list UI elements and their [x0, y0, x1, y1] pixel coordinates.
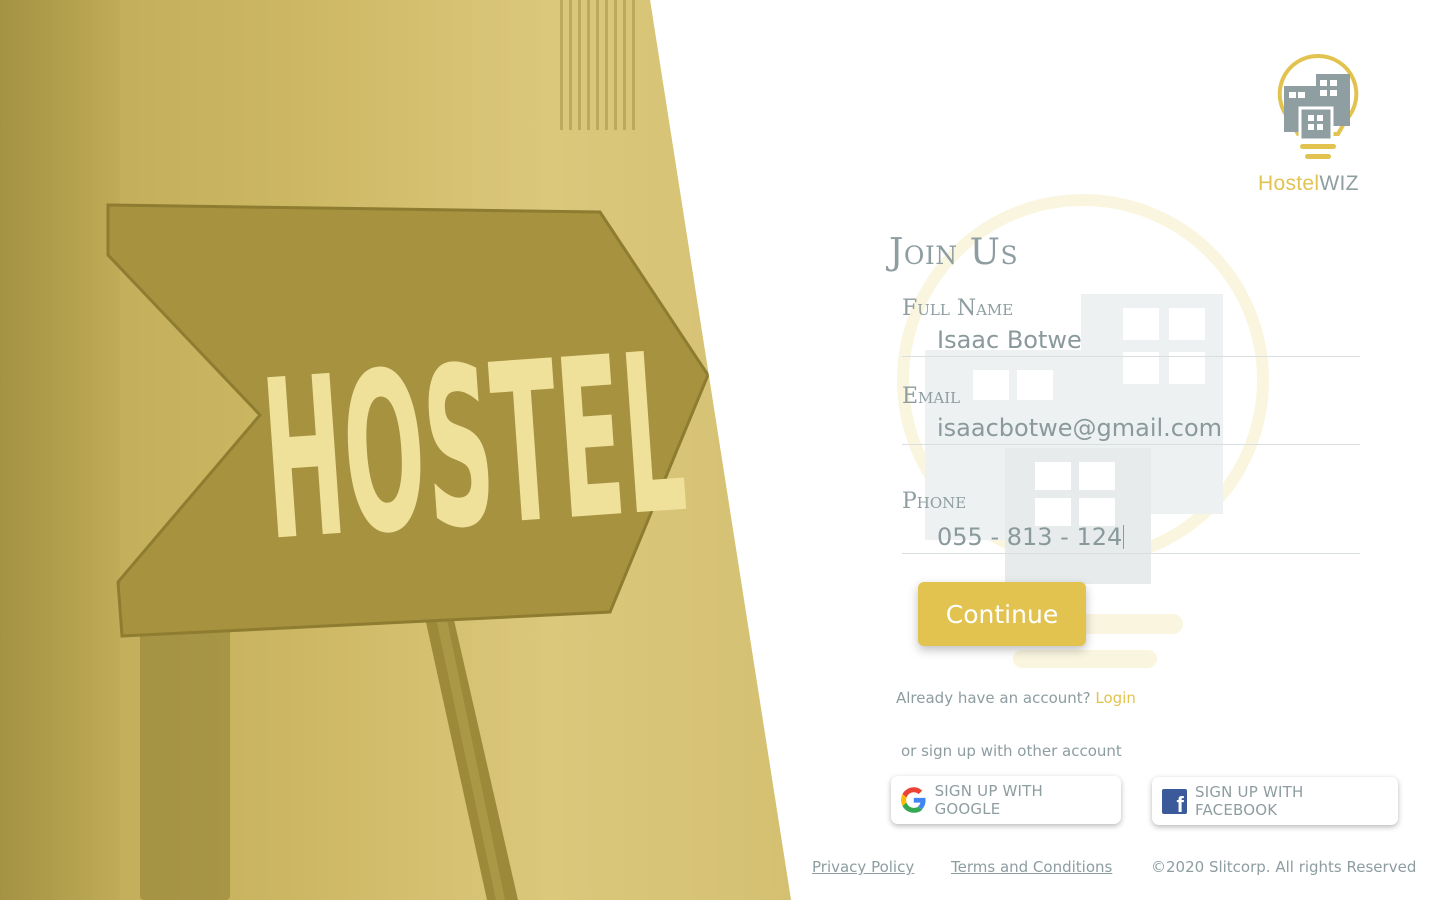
- facebook-signup-button[interactable]: f SIGN UP WITH FACEBOOK: [1152, 777, 1398, 825]
- facebook-icon: f: [1162, 788, 1187, 815]
- login-link[interactable]: Login: [1095, 689, 1135, 707]
- google-signup-label: SIGN UP WITH GOOGLE: [934, 782, 1044, 818]
- hostelwiz-bulb-logo-icon: [1277, 53, 1359, 159]
- alt-signup-text: or sign up with other account: [901, 742, 1122, 760]
- hostel-sign: HOSTEL: [106, 203, 710, 900]
- page-title: Join Us: [889, 232, 1019, 273]
- copyright-text: ©2020 Slitcorp. All rights Reserved: [1151, 858, 1417, 876]
- email-field: Email isaacbotwe@gmail.com: [902, 386, 1360, 445]
- text-caret: [1123, 525, 1125, 549]
- continue-button[interactable]: Continue: [918, 582, 1086, 646]
- google-signup-button[interactable]: SIGN UP WITH GOOGLE: [891, 776, 1121, 824]
- terms-link[interactable]: Terms and Conditions: [951, 858, 1112, 876]
- brand-logo: HostelWIZ: [1258, 52, 1378, 196]
- brand-name-part2: WIZ: [1319, 172, 1359, 195]
- email-input[interactable]: isaacbotwe@gmail.com: [902, 414, 1360, 445]
- full-name-label: Full Name: [902, 296, 1014, 321]
- facebook-signup-label: SIGN UP WITH FACEBOOK: [1195, 783, 1304, 819]
- full-name-field: Full Name Isaac Botwe: [902, 298, 1360, 357]
- hero-image: HOSTEL: [0, 0, 791, 900]
- phone-input[interactable]: 055 - 813 - 124: [902, 523, 1360, 554]
- email-label: Email: [902, 384, 961, 409]
- phone-field: Phone 055 - 813 - 124: [902, 491, 1360, 554]
- brand-name-part1: Hostel: [1258, 172, 1320, 195]
- login-prompt: Already have an account? Login: [896, 689, 1136, 707]
- full-name-input[interactable]: Isaac Botwe: [902, 326, 1360, 357]
- privacy-policy-link[interactable]: Privacy Policy: [812, 858, 914, 876]
- brand-name: HostelWIZ: [1258, 172, 1378, 196]
- phone-value: 055 - 813 - 124: [937, 523, 1123, 551]
- hostel-sign-text: HOSTEL: [256, 305, 693, 590]
- login-prompt-text: Already have an account?: [896, 689, 1091, 707]
- google-icon: [901, 787, 926, 813]
- phone-label: Phone: [902, 489, 967, 514]
